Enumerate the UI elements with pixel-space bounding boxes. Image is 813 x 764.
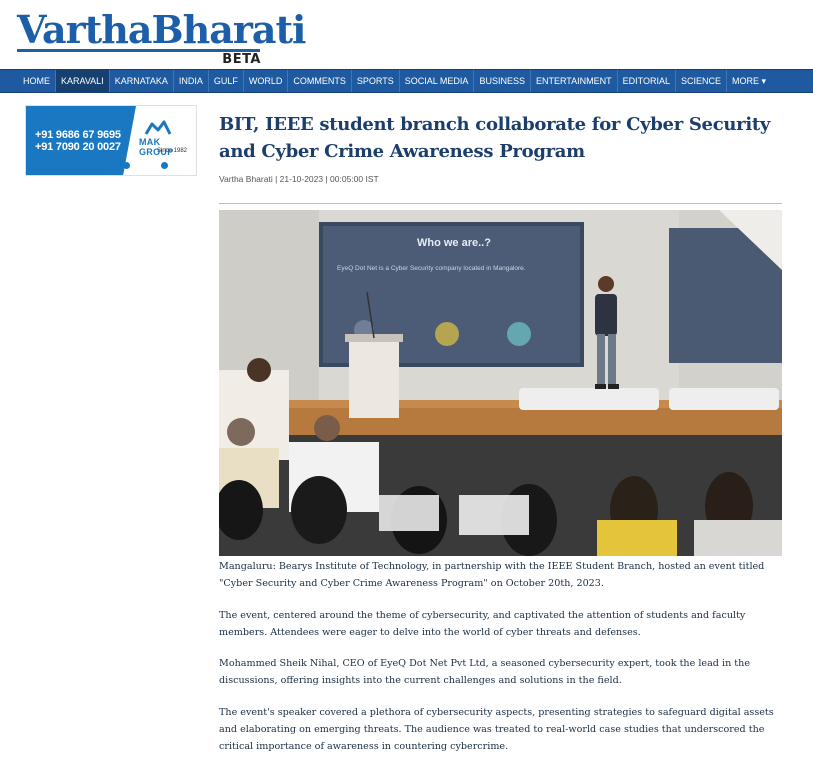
- article-paragraph: The event's speaker covered a plethora o…: [219, 707, 774, 752]
- ad-phone-1: +91 9686 67 9695: [35, 129, 121, 141]
- article-paragraph: Mangaluru: Bearys Institute of Technolog…: [219, 561, 765, 589]
- nav-item-karnataka[interactable]: KARNATAKA: [110, 70, 174, 92]
- nav-item-comments[interactable]: COMMENTS: [288, 70, 352, 92]
- slide-title: Who we are..?: [417, 237, 491, 249]
- nav-item-india[interactable]: INDIA: [174, 70, 209, 92]
- nav-item-gulf[interactable]: GULF: [209, 70, 244, 92]
- article-paragraph: The event, centered around the theme of …: [219, 610, 746, 638]
- mak-logo-icon: [144, 120, 172, 135]
- article-headline: BIT, IEEE student branch collaborate for…: [219, 114, 771, 162]
- nav-item-sports[interactable]: SPORTS: [352, 70, 400, 92]
- nav-item-world[interactable]: WORLD: [244, 70, 289, 92]
- ad-badge-icon: [123, 162, 130, 169]
- ad-phone-2: +91 7090 20 0027: [35, 141, 121, 153]
- site-logo[interactable]: VarthaBharati BETA: [17, 7, 306, 67]
- logo-beta-tag: BETA: [222, 52, 261, 67]
- nav-item-home[interactable]: HOME: [18, 70, 56, 92]
- slide-text: EyeQ Dot Net is a Cyber Security company…: [337, 265, 526, 272]
- ad-brand-name: MAK GROUP: [139, 137, 174, 157]
- nav-item-entertainment[interactable]: ENTERTAINMENT: [531, 70, 618, 92]
- article-paragraph: Mohammed Sheik Nihal, CEO of EyeQ Dot Ne…: [219, 658, 751, 686]
- nav-item-science[interactable]: SCIENCE: [676, 70, 727, 92]
- ad-since: Since 1982: [157, 148, 188, 154]
- ad-banner[interactable]: +91 9686 67 9695 +91 7090 20 0027 MAK GR…: [25, 105, 197, 176]
- headline-divider: [219, 203, 782, 204]
- nav-item-social-media[interactable]: SOCIAL MEDIA: [400, 70, 475, 92]
- nav-item-more[interactable]: MORE ▾: [727, 70, 771, 92]
- logo-wordmark: VarthaBharati: [17, 7, 306, 52]
- main-nav: HOME KARAVALI KARNATAKA INDIA GULF WORLD…: [0, 69, 813, 93]
- nav-item-karavali[interactable]: KARAVALI: [56, 70, 110, 92]
- article-meta: Vartha Bharati | 21-10-2023 | 00:05:00 I…: [219, 174, 379, 184]
- ad-badge-icon: [161, 162, 168, 169]
- nav-item-business[interactable]: BUSINESS: [474, 70, 531, 92]
- nav-item-editorial[interactable]: EDITORIAL: [618, 70, 676, 92]
- article-photo: Who we are..? EyeQ Dot Net is a Cyber Se…: [219, 210, 782, 556]
